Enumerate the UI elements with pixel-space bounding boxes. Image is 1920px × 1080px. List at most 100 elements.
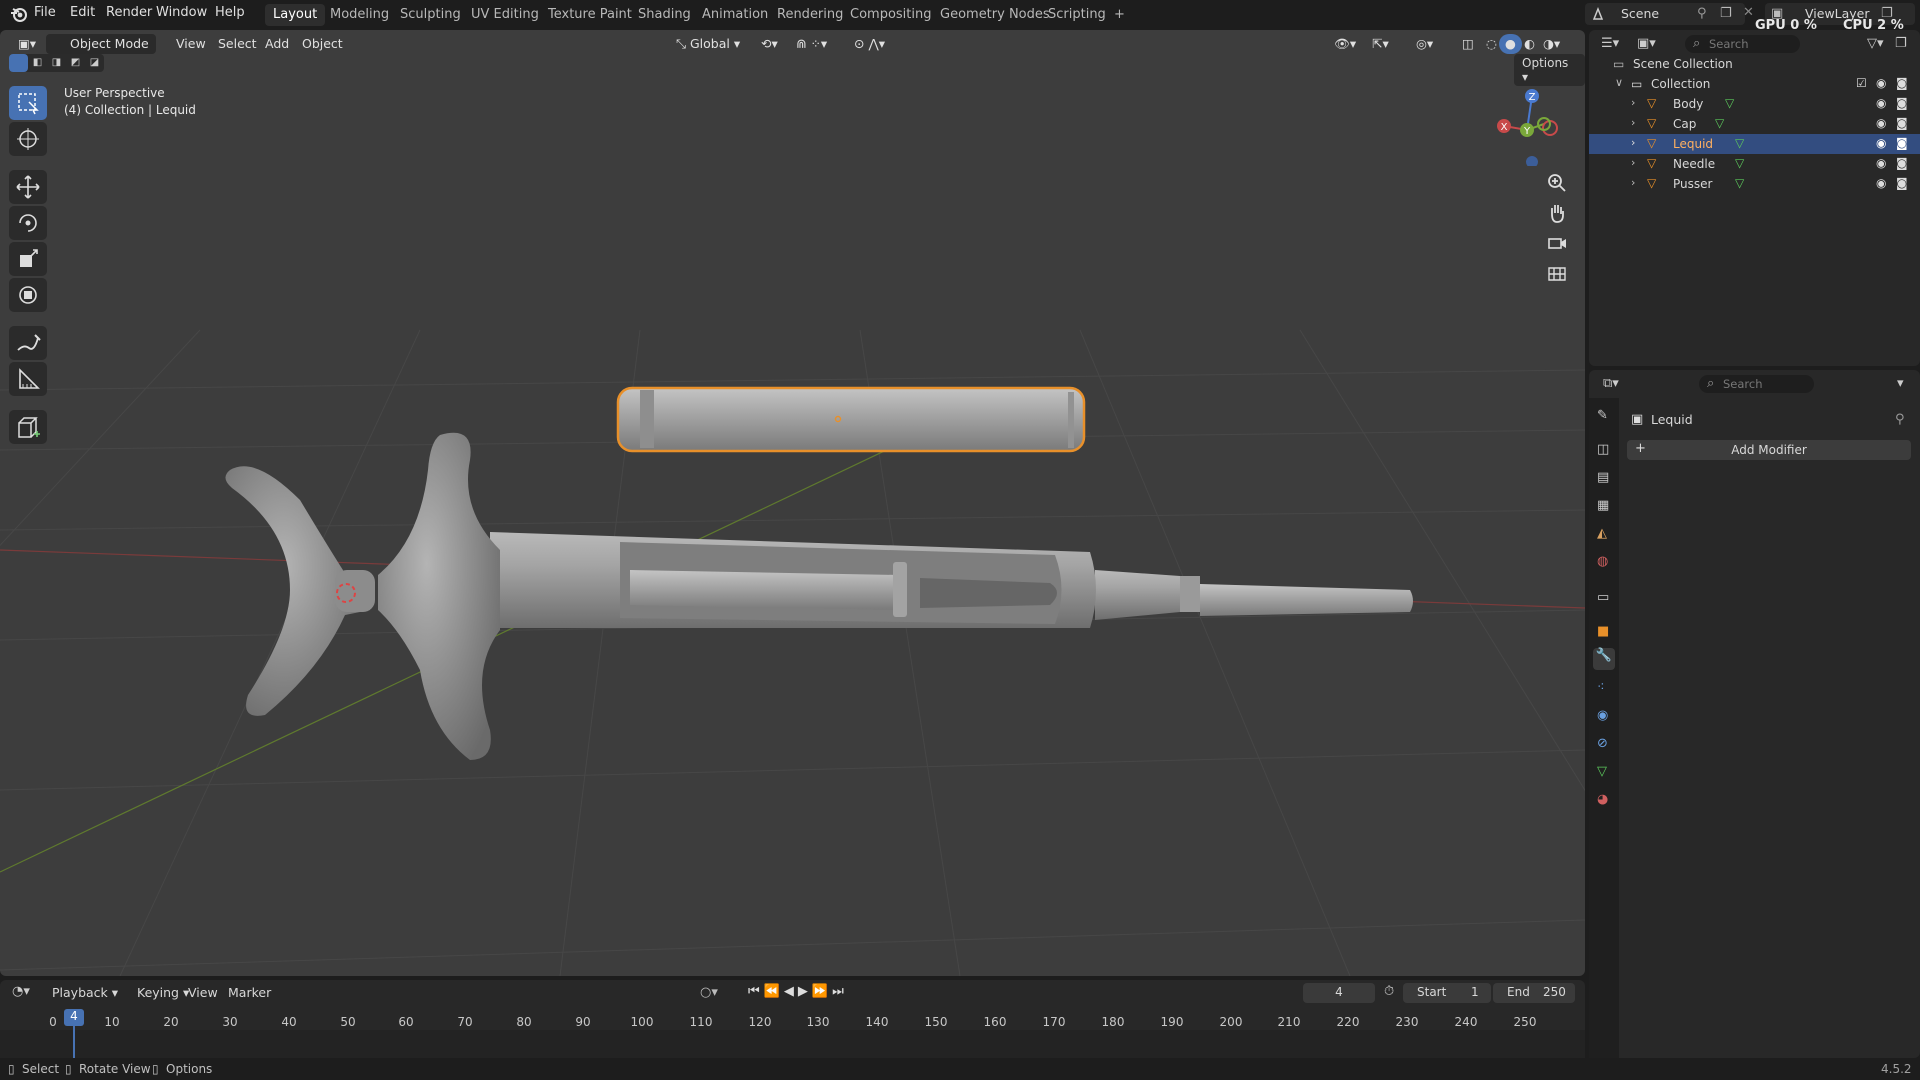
- cap-object[interactable]: [616, 386, 1086, 453]
- pin-icon[interactable]: ⚲: [1697, 6, 1707, 21]
- menu-add[interactable]: Add: [259, 34, 295, 54]
- mesh-data-icon[interactable]: ▽: [1715, 116, 1724, 130]
- filter-icon[interactable]: ▽▾: [1867, 36, 1884, 51]
- outliner-item-needle[interactable]: › ▽ Needle ▽ ◉ ◙: [1589, 154, 1920, 174]
- expand-chevron-icon[interactable]: ›: [1631, 96, 1635, 109]
- menu-object[interactable]: Object: [296, 34, 349, 54]
- visibility-eye-icon[interactable]: ◉: [1876, 76, 1886, 90]
- render-camera-icon[interactable]: ◙: [1896, 96, 1908, 110]
- keying-menu[interactable]: Keying ▾: [137, 985, 189, 1000]
- visibility-icon[interactable]: 👁▾: [1328, 34, 1362, 54]
- marker-menu[interactable]: Marker: [228, 985, 271, 1000]
- playback-menu[interactable]: Playback ▾: [52, 985, 118, 1000]
- mesh-data-icon[interactable]: ▽: [1735, 136, 1744, 150]
- expand-chevron-icon[interactable]: ›: [1631, 116, 1635, 129]
- tool-select-box[interactable]: [9, 86, 47, 120]
- tool-transform[interactable]: [9, 278, 47, 312]
- expand-chevron-icon[interactable]: ›: [1631, 176, 1635, 189]
- tool-move[interactable]: [9, 170, 47, 204]
- render-camera-icon[interactable]: ◙: [1896, 136, 1908, 150]
- options-dropdown[interactable]: Options ▾: [1514, 54, 1585, 86]
- tool-annotate[interactable]: [9, 326, 47, 360]
- menu-file[interactable]: File: [34, 5, 56, 20]
- pin-icon[interactable]: ⚲: [1895, 412, 1905, 427]
- new-collection-icon[interactable]: ❐: [1895, 36, 1907, 51]
- tab-geometry-nodes[interactable]: Geometry Nodes: [932, 4, 1058, 26]
- menu-select[interactable]: Select: [212, 34, 263, 54]
- select-intersect-icon[interactable]: ◪: [85, 57, 104, 68]
- particles-tab-icon[interactable]: ⁖: [1597, 680, 1605, 695]
- add-workspace-button[interactable]: +: [1106, 4, 1133, 26]
- xray-icon[interactable]: ◫: [1456, 34, 1480, 54]
- world-tab-icon[interactable]: ◍: [1597, 554, 1608, 569]
- outliner-item-body[interactable]: › ▽ Body ▽ ◉ ◙: [1589, 94, 1920, 114]
- close-scene-icon[interactable]: ✕: [1743, 5, 1754, 20]
- outliner-item-cap[interactable]: › ▽ Cap ▽ ◉ ◙: [1589, 114, 1920, 134]
- outliner-search[interactable]: ⌕ Search: [1685, 35, 1800, 53]
- tab-animation[interactable]: Animation: [694, 4, 776, 26]
- properties-editor-icon[interactable]: ⧉▾: [1603, 376, 1619, 391]
- tab-sculpting[interactable]: Sculpting: [392, 4, 469, 26]
- auto-keying-icon[interactable]: ○▾: [700, 985, 718, 1000]
- material-tab-icon[interactable]: ◕: [1597, 792, 1608, 807]
- collection-tab-icon[interactable]: ▭: [1597, 590, 1609, 605]
- menu-view[interactable]: View: [170, 34, 212, 54]
- render-camera-icon[interactable]: ◙: [1896, 156, 1908, 170]
- tab-uv-editing[interactable]: UV Editing: [463, 4, 547, 26]
- visibility-eye-icon[interactable]: ◉: [1876, 136, 1886, 150]
- view-layer-tab-icon[interactable]: ▦: [1597, 498, 1609, 513]
- tab-scripting[interactable]: Scripting: [1040, 4, 1114, 26]
- end-frame-field[interactable]: End 250: [1493, 983, 1575, 1003]
- modifier-tab-icon[interactable]: 🔧: [1593, 648, 1615, 670]
- current-frame-field[interactable]: 4: [1303, 983, 1375, 1003]
- scene-tab-icon[interactable]: ◭: [1597, 526, 1607, 541]
- body-object[interactable]: [490, 532, 1096, 628]
- add-modifier-button[interactable]: + Add Modifier: [1627, 440, 1911, 460]
- editor-type-icon[interactable]: ▣▾: [12, 34, 42, 54]
- new-scene-icon[interactable]: ❐: [1720, 6, 1732, 21]
- proportional-edit-icon[interactable]: ⊙ ⋀▾: [848, 34, 891, 54]
- render-tab-icon[interactable]: ◫: [1597, 442, 1609, 457]
- scene-selector[interactable]: Scene ⚲ ❐: [1585, 3, 1745, 25]
- timeline-editor-icon[interactable]: ◔▾: [12, 984, 30, 999]
- 3d-viewport[interactable]: ▣▾ Object Mode ▾ View Select Add Object …: [0, 30, 1585, 976]
- playhead-frame-badge[interactable]: 4: [64, 1009, 84, 1026]
- pusser-object[interactable]: [225, 432, 500, 760]
- menu-render[interactable]: Render: [106, 5, 152, 20]
- exclude-checkbox-icon[interactable]: ☑: [1856, 76, 1867, 90]
- expand-chevron-icon[interactable]: ›: [1631, 156, 1635, 169]
- blender-logo-icon[interactable]: [10, 5, 28, 23]
- tool-cursor[interactable]: [9, 122, 47, 156]
- tool-tab-icon[interactable]: ✎: [1597, 408, 1608, 423]
- pan-hand-icon[interactable]: [1544, 200, 1570, 226]
- viewport-scene[interactable]: [0, 30, 1585, 976]
- tool-measure[interactable]: [9, 362, 47, 396]
- physics-tab-icon[interactable]: ◉: [1597, 708, 1608, 723]
- tool-scale[interactable]: [9, 242, 47, 276]
- select-subtract-icon[interactable]: ◨: [47, 57, 66, 68]
- start-frame-field[interactable]: Start 1: [1403, 983, 1491, 1003]
- outliner-scene-collection[interactable]: ▭ Scene Collection: [1589, 54, 1920, 74]
- render-camera-icon[interactable]: ◙: [1896, 116, 1908, 130]
- orientation-dropdown[interactable]: ⤡ Global ▾: [670, 34, 746, 54]
- zoom-icon[interactable]: [1544, 170, 1570, 196]
- tool-rotate[interactable]: [9, 206, 47, 240]
- data-tab-icon[interactable]: ▽: [1597, 764, 1607, 779]
- playback-controls[interactable]: ⏮⏪◀▶⏩⏭: [748, 984, 848, 999]
- timeline-view-menu[interactable]: View: [188, 985, 218, 1000]
- mesh-data-icon[interactable]: ▽: [1725, 96, 1734, 110]
- menu-window[interactable]: Window: [156, 5, 207, 20]
- outliner-editor-icon[interactable]: ☰▾: [1601, 36, 1619, 51]
- mode-dropdown[interactable]: Object Mode ▾: [46, 34, 156, 66]
- mesh-data-icon[interactable]: ▽: [1735, 156, 1744, 170]
- camera-view-icon[interactable]: [1544, 230, 1570, 256]
- tool-add-cube[interactable]: [9, 410, 47, 444]
- mesh-data-icon[interactable]: ▽: [1735, 176, 1744, 190]
- render-camera-icon[interactable]: ◙: [1896, 176, 1908, 190]
- clock-icon[interactable]: ⏱: [1384, 984, 1394, 999]
- snap-icon[interactable]: ⋒ ⁘▾: [790, 34, 833, 54]
- tab-layout[interactable]: Layout: [265, 4, 326, 26]
- select-extend-icon[interactable]: ◧: [28, 57, 47, 68]
- outliner-collection[interactable]: ∨ ▭ Collection ☑ ◉ ◙: [1589, 74, 1920, 94]
- collapse-chevron-icon[interactable]: ∨: [1615, 76, 1623, 89]
